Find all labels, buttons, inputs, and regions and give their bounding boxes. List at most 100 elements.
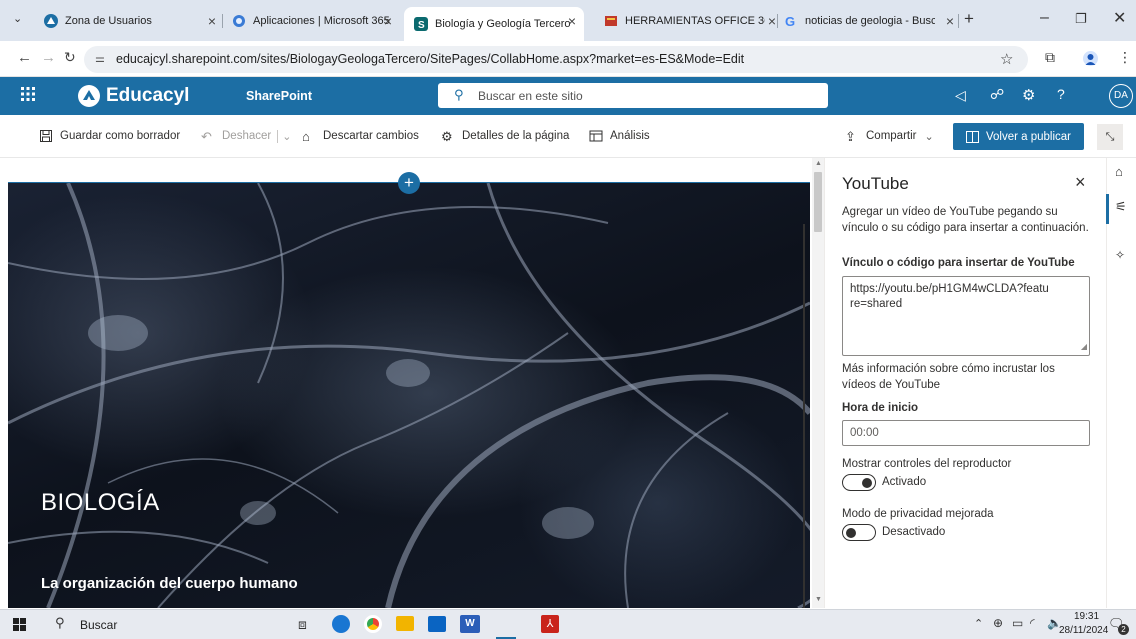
privacy-toggle[interactable] <box>842 524 876 541</box>
clock-date[interactable]: 28/11/2024 <box>1059 625 1108 636</box>
discard-icon: ⌂ <box>302 129 310 144</box>
windows-start-icon[interactable] <box>13 618 26 631</box>
analytics-button[interactable]: Análisis <box>589 129 650 143</box>
word-icon[interactable]: W <box>460 615 480 633</box>
clock-time[interactable]: 19:31 <box>1074 611 1099 622</box>
microsoft365-icon <box>232 14 246 28</box>
sharepoint-icon: S <box>414 17 428 31</box>
design-ideas-icon[interactable]: ✧ <box>1115 248 1125 262</box>
chevron-down-icon[interactable]: ⌄ <box>277 129 291 143</box>
browser-tab-zona-usuarios[interactable]: Zona de Usuarios × <box>44 7 224 35</box>
hero-subtitle[interactable]: La organización del cuerpo humano <box>41 575 298 592</box>
gear-icon: ⚙ <box>441 129 453 144</box>
suite-bar: Educacyl SharePoint ⚲ Buscar en este sit… <box>0 77 1136 115</box>
browser-tab-biologia[interactable]: S Biología y Geología Tercero × <box>404 7 584 41</box>
scrollbar-thumb[interactable] <box>814 172 822 232</box>
back-arrow-icon[interactable]: ← <box>17 49 32 66</box>
chevron-down-icon: ⌄ <box>924 130 934 143</box>
close-tab-icon[interactable]: × <box>946 13 954 29</box>
reload-icon[interactable]: ↻ <box>64 49 76 66</box>
profile-icon[interactable] <box>1083 51 1098 66</box>
task-view-icon[interactable]: ⧈ <box>298 616 307 633</box>
youtube-link-field[interactable]: https://youtu.be/pH1GM4wCLDA?feature=sha… <box>842 276 1090 356</box>
educacyl-logo-icon[interactable] <box>78 85 100 107</box>
chrome-browser-icon[interactable] <box>364 615 382 633</box>
site-search-box[interactable]: ⚲ Buscar en este sitio <box>438 83 828 108</box>
canvas-scrollbar[interactable]: ▲ ▼ <box>812 158 824 608</box>
taskbar-search-icon[interactable]: ⚲ <box>55 615 65 631</box>
browser-tab-herramientas[interactable]: HERRAMIENTAS OFFICE 365 × <box>604 7 784 35</box>
restore-icon[interactable]: ❐ <box>1075 11 1087 27</box>
file-explorer-icon[interactable] <box>396 616 414 631</box>
share-network-icon[interactable]: ☍ <box>990 86 1004 103</box>
webpart-selection-border <box>803 224 810 608</box>
add-section-button[interactable]: + <box>398 172 420 194</box>
google-icon: G <box>784 14 798 28</box>
undo-button[interactable]: ↶ Deshacer ⌄ <box>201 129 291 144</box>
browser-tab-microsoft365[interactable]: Aplicaciones | Microsoft 365 × <box>232 7 400 35</box>
hero-image[interactable]: BIOLOGÍA La organización del cuerpo huma… <box>8 183 810 608</box>
site-info-icon[interactable]: ⚌ <box>95 52 105 65</box>
republish-button[interactable]: Volver a publicar <box>953 123 1084 150</box>
tab-search-chevron-icon[interactable]: ⌄ <box>13 12 22 25</box>
active-rail-indicator <box>1106 194 1109 224</box>
resize-handle-icon[interactable]: ◢ <box>1081 339 1087 354</box>
start-time-label: Hora de inicio <box>842 402 919 414</box>
controls-toggle[interactable] <box>842 474 876 491</box>
scroll-down-icon[interactable]: ▼ <box>815 596 822 603</box>
discard-changes-button[interactable]: ⌂ Descartar cambios <box>302 129 419 144</box>
pdf-reader-icon[interactable]: ⅄ <box>541 615 559 633</box>
republish-icon <box>965 130 979 143</box>
toolbox-icon[interactable]: ⌂ <box>1115 164 1123 179</box>
save-draft-button[interactable]: Guardar como borrador <box>39 129 180 143</box>
feedback-icon[interactable]: ◁ <box>955 87 966 104</box>
browser-menu-icon[interactable]: ⋮ <box>1118 49 1132 66</box>
pane-description: Agregar un vídeo de YouTube pegando su v… <box>842 206 1089 234</box>
battery-icon[interactable]: ▭ <box>1012 616 1023 630</box>
wifi-icon[interactable]: ◜ <box>1030 616 1035 630</box>
collapse-pane-icon[interactable]: ⤡ <box>1097 124 1123 150</box>
pane-title: YouTube <box>842 174 909 193</box>
taskbar-search-label[interactable]: Buscar <box>80 618 117 632</box>
new-tab-icon[interactable]: + <box>964 9 974 29</box>
bookmark-star-icon[interactable]: ☆ <box>1000 50 1013 68</box>
edge-browser-icon[interactable] <box>332 615 350 633</box>
browser-tab-google[interactable]: G noticias de geologia - Busca × <box>784 7 962 35</box>
command-bar: Guardar como borrador ↶ Deshacer ⌄ ⌂ Des… <box>0 115 1136 158</box>
app-name[interactable]: SharePoint <box>246 89 312 103</box>
properties-sliders-icon[interactable]: ⚟ <box>1115 199 1127 215</box>
close-pane-icon[interactable]: × <box>1075 172 1086 193</box>
mail-icon[interactable] <box>428 616 446 632</box>
more-info-link[interactable]: Más información sobre cómo incrustar los… <box>842 361 1077 393</box>
forward-arrow-icon[interactable]: → <box>41 49 56 66</box>
start-time-input[interactable]: 00:00 <box>842 420 1090 446</box>
close-tab-icon[interactable]: × <box>768 13 776 29</box>
controls-label: Mostrar controles del reproductor <box>842 458 1012 470</box>
page-canvas: BIOLOGÍA La organización del cuerpo huma… <box>0 158 812 608</box>
extensions-icon[interactable]: ⧉ <box>1045 49 1055 66</box>
page-details-button[interactable]: ⚙ Detalles de la página <box>441 129 569 144</box>
omnibox[interactable]: ⚌ educajcyl.sharepoint.com/sites/Biologa… <box>84 46 1028 73</box>
url-text[interactable]: educajcyl.sharepoint.com/sites/BiologayG… <box>116 52 744 66</box>
privacy-label: Modo de privacidad mejorada <box>842 508 994 520</box>
educacyl-icon <box>44 14 58 28</box>
brand-name[interactable]: Educacyl <box>106 85 189 107</box>
share-button[interactable]: ⇪ Compartir ⌄ <box>845 129 934 144</box>
app-launcher-icon[interactable] <box>21 87 35 101</box>
help-icon[interactable]: ? <box>1057 86 1065 102</box>
folder-icon <box>604 14 618 28</box>
settings-gear-icon[interactable]: ⚙ <box>1022 86 1035 104</box>
property-pane: YouTube × Agregar un vídeo de YouTube pe… <box>824 158 1106 608</box>
close-window-icon[interactable]: ✕ <box>1113 8 1126 28</box>
hero-title[interactable]: BIOLOGÍA <box>41 489 160 517</box>
close-tab-icon[interactable]: × <box>568 13 576 29</box>
analytics-icon <box>589 129 603 143</box>
close-tab-icon[interactable]: × <box>208 13 216 29</box>
avatar[interactable]: DA <box>1109 84 1133 108</box>
browser-tabstrip: ⌄ Zona de Usuarios × Aplicaciones | Micr… <box>0 0 1136 41</box>
show-hidden-icons-chevron-icon[interactable]: ⌃ <box>974 617 983 630</box>
minimize-icon[interactable]: – <box>1040 9 1049 27</box>
onedrive-icon[interactable]: ⊕ <box>993 616 1003 630</box>
close-tab-icon[interactable]: × <box>384 13 392 29</box>
scroll-up-icon[interactable]: ▲ <box>815 160 822 167</box>
